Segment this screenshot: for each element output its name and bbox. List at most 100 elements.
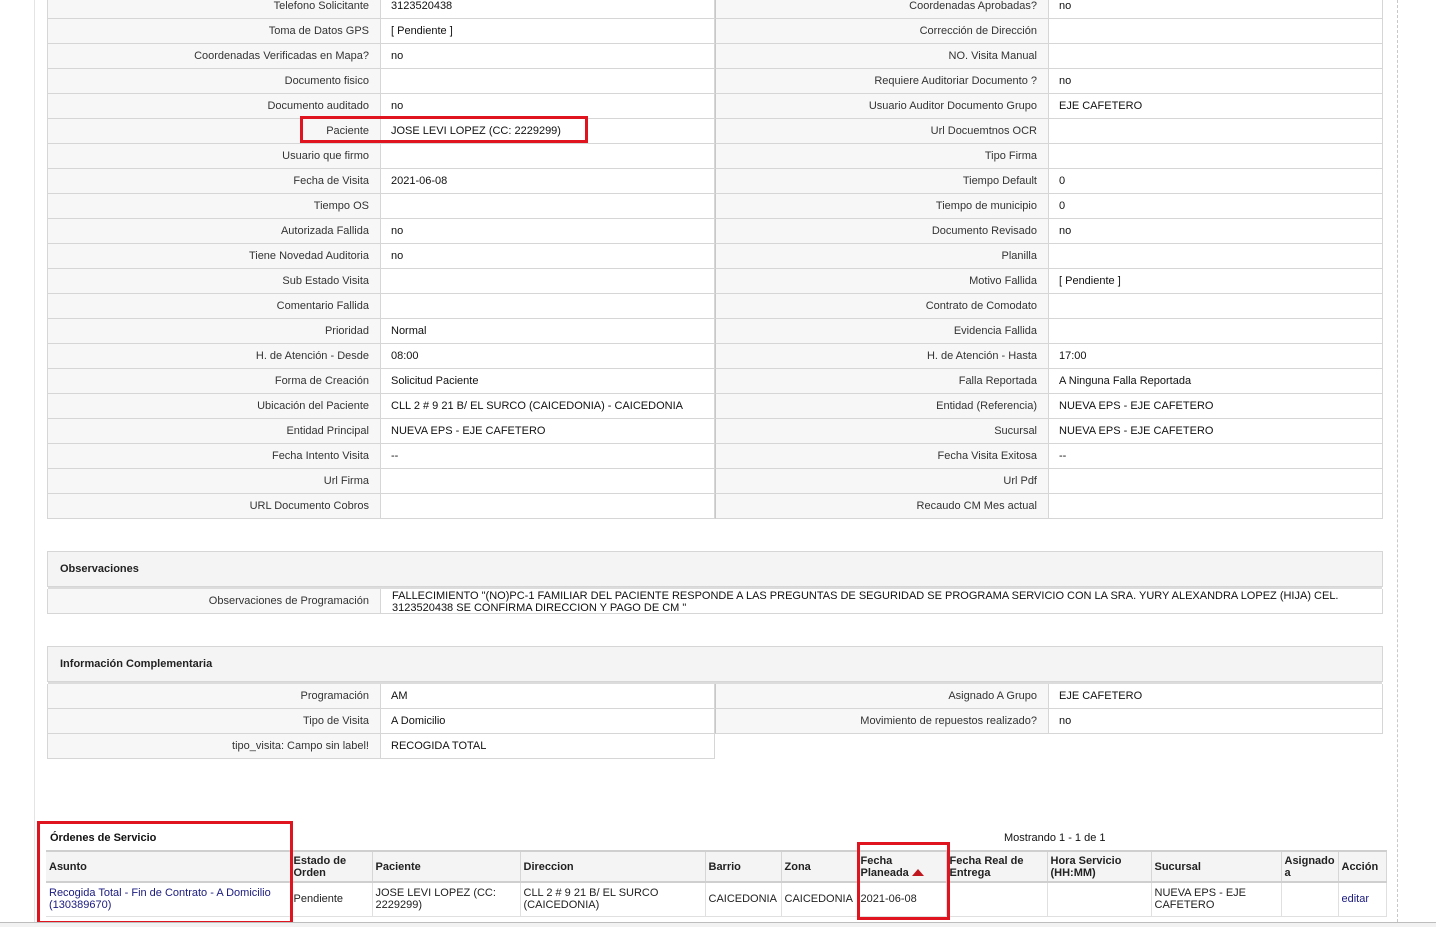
field-value-asignado-a-grupo: EJE CAFETERO bbox=[1049, 684, 1383, 709]
field-value-h-de-atencion-desde: 08:00 bbox=[381, 344, 715, 369]
field-label-paciente: Paciente bbox=[47, 119, 381, 144]
detail-row: Entidad Principal NUEVA EPS - EJE CAFETER… bbox=[47, 419, 1383, 444]
field-value-forma-de-creacion: Solicitud Paciente bbox=[381, 369, 715, 394]
column-header-label: Sucursal bbox=[1154, 860, 1201, 873]
field-label-sub-estado-visita: Sub Estado Visita bbox=[47, 269, 381, 294]
field-label-tipo-de-visita: Tipo de Visita bbox=[47, 709, 381, 734]
field-label-usuario-auditor-documento-grupo: Usuario Auditor Documento Grupo bbox=[715, 94, 1049, 119]
field-value-sub-estado-visita bbox=[381, 269, 715, 294]
column-header-accion: Acción bbox=[1338, 850, 1387, 883]
field-value-requiere-auditoriar-documento: no bbox=[1049, 69, 1383, 94]
field-value-comentario-fallida bbox=[381, 294, 715, 319]
field-label-ubicacion-del-paciente: Ubicación del Paciente bbox=[47, 394, 381, 419]
field-label-usuario-que-firmo: Usuario que firmo bbox=[47, 144, 381, 169]
field-value-fecha-de-visita: 2021-06-08 bbox=[381, 169, 715, 194]
detail-row: Toma de Datos GPS[ Pendiente ] Corrección… bbox=[47, 19, 1383, 44]
field-value-planilla bbox=[1049, 244, 1383, 269]
field-label-fecha-intento-visita: Fecha Intento Visita bbox=[47, 444, 381, 469]
observaciones-row: Observaciones de Programación FALLECIMIE… bbox=[47, 589, 1383, 614]
column-header-label: Zona bbox=[784, 860, 811, 873]
field-value-url-firma bbox=[381, 469, 715, 494]
field-label-telefono-solicitante: Telefono Solicitante bbox=[47, 0, 381, 19]
detail-row: Usuario que firmo Tipo Firma bbox=[47, 144, 1383, 169]
column-header-label: Acción bbox=[1341, 860, 1379, 873]
field-value-correccion-de-direccion bbox=[1049, 19, 1383, 44]
orders-table: Asunto Estado de Orden Paciente Direccion Ba… bbox=[46, 850, 1387, 917]
detail-row: Coordenadas Verificadas en Mapa? no NO. Vi… bbox=[47, 44, 1383, 69]
field-value-tiempo-os bbox=[381, 194, 715, 219]
column-header-hora-servicio-hh-mm: Hora Servicio (HH:MM) bbox=[1047, 850, 1152, 883]
column-header-direccion: Direccion bbox=[520, 850, 706, 883]
detail-row: Comentario Fallida Contrato de Comodato bbox=[47, 294, 1383, 319]
column-header-label: Fecha Real de Entrega bbox=[949, 854, 1024, 879]
field-label-fecha-de-visita: Fecha de Visita bbox=[47, 169, 381, 194]
field-value-fecha-intento-visita: -- bbox=[381, 444, 715, 469]
detail-row: Paciente JOSE LEVI LOPEZ (CC: 2229299) Url… bbox=[47, 119, 1383, 144]
column-header-label: Asunto bbox=[49, 860, 87, 873]
field-label-fecha-visita-exitosa: Fecha Visita Exitosa bbox=[715, 444, 1049, 469]
cell-asignado bbox=[1281, 882, 1339, 917]
detail-row: H. de Atención - Desde 08:00 H. de Atenció… bbox=[47, 344, 1383, 369]
field-label-movimiento-de-repuestos-realizado: Movimiento de repuestos realizado? bbox=[715, 709, 1049, 734]
observaciones-value: FALLECIMIENTO "(NO)PC-1 FAMILIAR DEL PAC… bbox=[381, 589, 1383, 614]
field-value-no-visita-manual bbox=[1049, 44, 1383, 69]
detail-row: Tiempo OS Tiempo de municipio 0 bbox=[47, 194, 1383, 219]
cell-barrio: CAICEDONIA bbox=[705, 882, 782, 917]
field-label-documento-revisado: Documento Revisado bbox=[715, 219, 1049, 244]
field-value-tiempo-de-municipio: 0 bbox=[1049, 194, 1383, 219]
orders-count: Mostrando 1 - 1 de 1 bbox=[1004, 832, 1106, 844]
field-label-coordenadas-verificadas-en-mapa: Coordenadas Verificadas en Mapa? bbox=[47, 44, 381, 69]
field-label-tiempo-de-municipio: Tiempo de municipio bbox=[715, 194, 1049, 219]
column-header-label: Hora Servicio (HH:MM) bbox=[1050, 854, 1122, 879]
field-label-tipo-firma: Tipo Firma bbox=[715, 144, 1049, 169]
field-label-entidad-referencia: Entidad (Referencia) bbox=[715, 394, 1049, 419]
field-value-entidad-referencia: NUEVA EPS - EJE CAFETERO bbox=[1049, 394, 1383, 419]
field-value-falla-reportada: A Ninguna Falla Reportada bbox=[1049, 369, 1383, 394]
column-header-label: Asignado a bbox=[1284, 854, 1335, 879]
field-label-motivo-fallida: Motivo Fallida bbox=[715, 269, 1049, 294]
field-label-forma-de-creacion: Forma de Creación bbox=[47, 369, 381, 394]
observaciones-text: FALLECIMIENTO "(NO)PC-1 FAMILIAR DEL PAC… bbox=[392, 589, 1339, 614]
column-header-estado-de-orden: Estado de Orden bbox=[290, 850, 373, 883]
field-value-url-docuemtnos-ocr bbox=[1049, 119, 1383, 144]
detail-row: Fecha de Visita 2021-06-08 Tiempo Default 0 bbox=[47, 169, 1383, 194]
column-header-label: Estado de Orden bbox=[293, 854, 347, 879]
field-value-sucursal: NUEVA EPS - EJE CAFETERO bbox=[1049, 419, 1383, 444]
column-header-fecha-planeada[interactable]: Fecha Planeada bbox=[857, 850, 947, 883]
detail-row: Ubicación del Paciente CLL 2 # 9 21 B/ EL… bbox=[47, 394, 1383, 419]
complementaria-header: Información Complementaria bbox=[47, 646, 1383, 684]
field-value-url-pdf bbox=[1049, 469, 1383, 494]
edit-link[interactable]: editar bbox=[1342, 893, 1370, 905]
field-value-entidad-principal: NUEVA EPS - EJE CAFETERO bbox=[381, 419, 715, 444]
detail-row: Url Firma Url Pdf bbox=[47, 469, 1383, 494]
field-label-tiempo-default: Tiempo Default bbox=[715, 169, 1049, 194]
field-value-documento-fisico bbox=[381, 69, 715, 94]
field-label-comentario-fallida: Comentario Fallida bbox=[47, 294, 381, 319]
field-value-telefono-solicitante: 3123520438 bbox=[381, 0, 715, 19]
orders-title: Órdenes de Servicio bbox=[50, 832, 157, 844]
field-label-evidencia-fallida: Evidencia Fallida bbox=[715, 319, 1049, 344]
column-header-label: Paciente bbox=[375, 860, 421, 873]
field-label-tiempo-os: Tiempo OS bbox=[47, 194, 381, 219]
cell-estado: Pendiente bbox=[290, 882, 373, 917]
cell-zona: CAICEDONIA bbox=[781, 882, 858, 917]
field-value-motivo-fallida: [ Pendiente ] bbox=[1049, 269, 1383, 294]
column-header-barrio: Barrio bbox=[705, 850, 782, 883]
field-value-usuario-que-firmo bbox=[381, 144, 715, 169]
cell-asunto[interactable]: Recogida Total - Fin de Contrato - A Dom… bbox=[46, 882, 291, 917]
column-header-zona: Zona bbox=[781, 850, 858, 883]
field-label-autorizada-fallida: Autorizada Fallida bbox=[47, 219, 381, 244]
cell-direccion: CLL 2 # 9 21 B/ EL SURCO (CAICEDONIA) bbox=[520, 882, 706, 917]
field-label-coordenadas-aprobadas: Coordenadas Aprobadas? bbox=[715, 0, 1049, 19]
field-value-coordenadas-aprobadas: no bbox=[1049, 0, 1383, 19]
field-label-no-visita-manual: NO. Visita Manual bbox=[715, 44, 1049, 69]
field-label-documento-auditado: Documento auditado bbox=[47, 94, 381, 119]
field-value-documento-auditado: no bbox=[381, 94, 715, 119]
field-value-fecha-visita-exitosa: -- bbox=[1049, 444, 1383, 469]
field-label-tipo-visita: tipo_visita: Campo sin label! bbox=[47, 734, 381, 759]
table-row: Recogida Total - Fin de Contrato - A Dom… bbox=[46, 882, 1387, 917]
field-value-tiene-novedad-auditoria: no bbox=[381, 244, 715, 269]
detail-row: URL Documento Cobros Recaudo CM Mes actua… bbox=[47, 494, 1383, 519]
observaciones-header: Observaciones bbox=[47, 551, 1383, 589]
complementaria-row: tipo_visita: Campo sin label! RECOGIDA TO… bbox=[47, 734, 715, 759]
